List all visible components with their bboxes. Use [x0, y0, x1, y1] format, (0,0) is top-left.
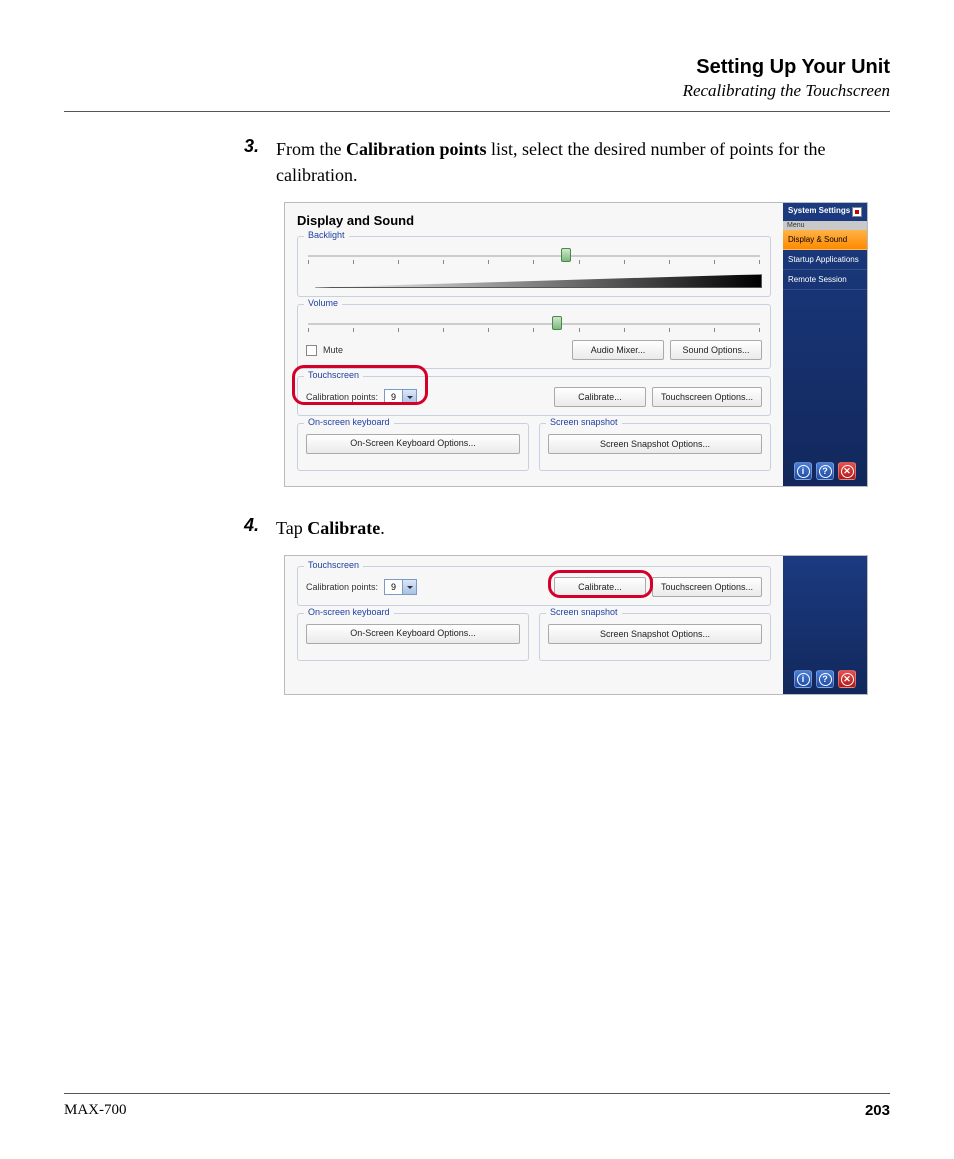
- step-4: 4. Tap Calibrate.: [64, 515, 890, 541]
- calibration-label: Calibration points:: [306, 392, 378, 402]
- mute-wrapper: Mute: [306, 345, 343, 356]
- fieldset-legend: Screen snapshot: [546, 607, 622, 617]
- sidebar-item-display-sound[interactable]: Display & Sound: [783, 230, 867, 250]
- text-bold: Calibration points: [346, 139, 487, 159]
- footer-model: MAX-700: [64, 1102, 127, 1119]
- step-number: 4.: [244, 515, 276, 541]
- slider-ticks: [308, 260, 760, 264]
- touchscreen-options-button[interactable]: Touchscreen Options...: [652, 577, 762, 597]
- calibration-points-select[interactable]: 9: [384, 389, 417, 405]
- sidebar-menu-label: Menu: [783, 221, 867, 230]
- mute-checkbox[interactable]: [306, 345, 317, 356]
- close-icon[interactable]: ✕: [838, 670, 856, 688]
- audio-mixer-button[interactable]: Audio Mixer...: [572, 340, 664, 360]
- page-footer: MAX-700 203: [64, 1093, 890, 1119]
- calibration-label: Calibration points:: [306, 582, 378, 592]
- flag-icon[interactable]: [852, 207, 862, 217]
- chapter-title: Setting Up Your Unit: [64, 56, 890, 79]
- fieldset-legend: Volume: [304, 298, 342, 308]
- slider-thumb[interactable]: [561, 248, 571, 262]
- osk-fieldset: On-screen keyboard On-Screen Keyboard Op…: [297, 423, 529, 471]
- snapshot-fieldset: Screen snapshot Screen Snapshot Options.…: [539, 423, 771, 471]
- osk-fieldset: On-screen keyboard On-Screen Keyboard Op…: [297, 613, 529, 661]
- step-text: Tap Calibrate.: [276, 515, 385, 541]
- touchscreen-fieldset: Touchscreen Calibration points: 9 Calibr…: [297, 566, 771, 606]
- header-rule: [64, 111, 890, 112]
- step-text: From the Calibration points list, select…: [276, 136, 890, 188]
- touchscreen-fieldset: Touchscreen Calibration points: 9 Calibr…: [297, 376, 771, 416]
- sidebar: i ? ✕: [783, 556, 867, 694]
- sidebar: System Settings Menu Display & Sound Sta…: [783, 203, 867, 486]
- touchscreen-options-button[interactable]: Touchscreen Options...: [652, 387, 762, 407]
- step-3: 3. From the Calibration points list, sel…: [64, 136, 890, 188]
- snapshot-options-button[interactable]: Screen Snapshot Options...: [548, 624, 762, 644]
- calibrate-button[interactable]: Calibrate...: [554, 577, 646, 597]
- settings-panel: Display and Sound Backlight Volume: [285, 203, 783, 486]
- settings-panel: Touchscreen Calibration points: 9 Calibr…: [285, 556, 783, 694]
- backlight-fieldset: Backlight: [297, 236, 771, 297]
- help-icon[interactable]: ?: [816, 462, 834, 480]
- fieldset-legend: On-screen keyboard: [304, 417, 394, 427]
- brightness-wedge-icon: [306, 274, 762, 288]
- calibration-points-select[interactable]: 9: [384, 579, 417, 595]
- osk-options-button[interactable]: On-Screen Keyboard Options...: [306, 434, 520, 454]
- page-header: Setting Up Your Unit Recalibrating the T…: [64, 56, 890, 101]
- sidebar-bottom-buttons: i ? ✕: [783, 664, 867, 694]
- sound-options-button[interactable]: Sound Options...: [670, 340, 762, 360]
- text-fragment: From the: [276, 139, 346, 159]
- help-icon[interactable]: ?: [816, 670, 834, 688]
- text-bold: Calibrate: [307, 518, 380, 538]
- select-value: 9: [385, 582, 402, 592]
- fieldset-legend: Touchscreen: [304, 560, 363, 570]
- slider-thumb[interactable]: [552, 316, 562, 330]
- select-value: 9: [385, 392, 402, 402]
- footer-page-number: 203: [865, 1102, 890, 1119]
- volume-fieldset: Volume Mute Audio Mixer... Sound Options…: [297, 304, 771, 369]
- slider-ticks: [308, 328, 760, 332]
- osk-options-button[interactable]: On-Screen Keyboard Options...: [306, 624, 520, 644]
- screenshot-2: Touchscreen Calibration points: 9 Calibr…: [284, 555, 868, 695]
- section-subtitle: Recalibrating the Touchscreen: [64, 81, 890, 101]
- text-fragment: Tap: [276, 518, 307, 538]
- step-number: 3.: [244, 136, 276, 188]
- backlight-slider[interactable]: [308, 255, 760, 257]
- volume-slider[interactable]: [308, 323, 760, 325]
- sidebar-bottom-buttons: i ? ✕: [783, 456, 867, 486]
- sidebar-title: System Settings: [788, 207, 850, 216]
- snapshot-options-button[interactable]: Screen Snapshot Options...: [548, 434, 762, 454]
- calibrate-button[interactable]: Calibrate...: [554, 387, 646, 407]
- panel-title: Display and Sound: [297, 213, 771, 228]
- info-icon[interactable]: i: [794, 670, 812, 688]
- text-fragment: .: [380, 518, 385, 538]
- mute-label: Mute: [323, 345, 343, 355]
- chevron-down-icon: [402, 390, 416, 404]
- sidebar-item-remote[interactable]: Remote Session: [783, 270, 867, 290]
- sidebar-item-startup[interactable]: Startup Applications: [783, 250, 867, 270]
- info-icon[interactable]: i: [794, 462, 812, 480]
- fieldset-legend: Screen snapshot: [546, 417, 622, 427]
- fieldset-legend: Touchscreen: [304, 370, 363, 380]
- snapshot-fieldset: Screen snapshot Screen Snapshot Options.…: [539, 613, 771, 661]
- screenshot-1: Display and Sound Backlight Volume: [284, 202, 868, 487]
- close-icon[interactable]: ✕: [838, 462, 856, 480]
- fieldset-legend: On-screen keyboard: [304, 607, 394, 617]
- chevron-down-icon: [402, 580, 416, 594]
- fieldset-legend: Backlight: [304, 230, 349, 240]
